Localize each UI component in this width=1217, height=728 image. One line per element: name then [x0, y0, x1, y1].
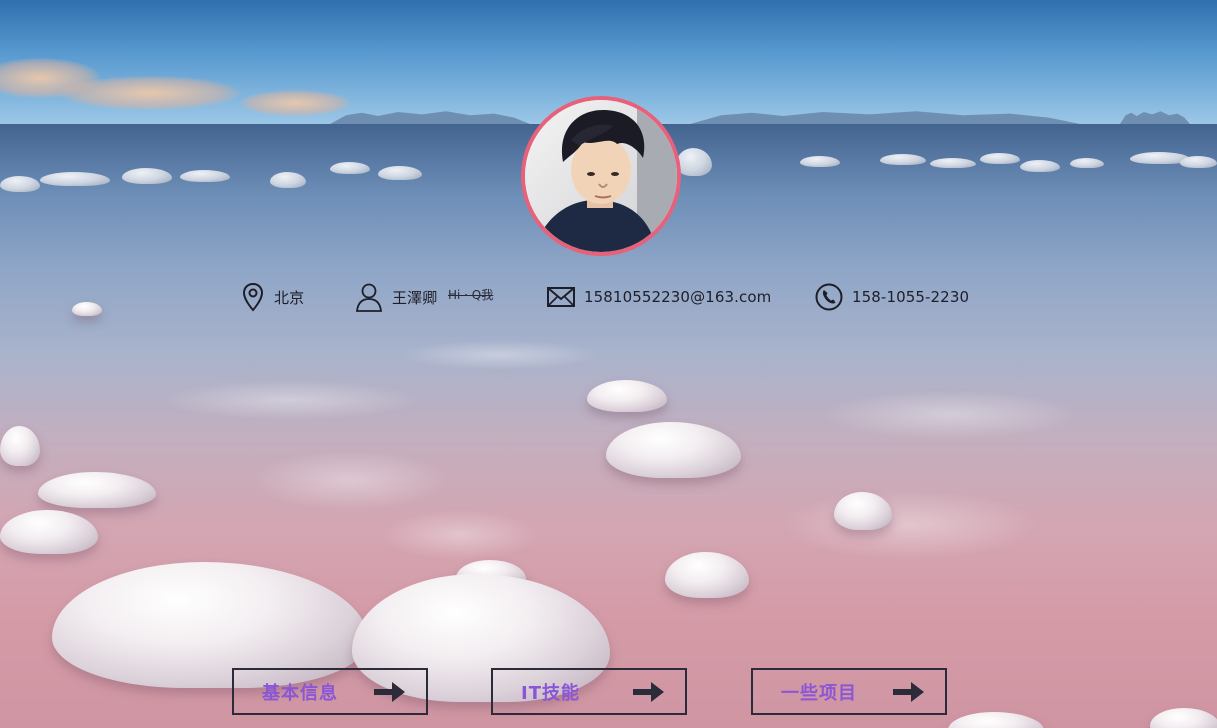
cloud [240, 90, 350, 116]
salt-rock [1180, 156, 1217, 168]
map-pin-icon [241, 282, 265, 312]
haze [820, 390, 1080, 440]
salt-rock [980, 153, 1020, 164]
phone-text[interactable]: 158-1055-2230 [852, 288, 969, 306]
cloud [60, 76, 240, 110]
haze [380, 510, 540, 560]
salt-rock [40, 172, 110, 186]
haze [400, 340, 600, 370]
salt-rock [180, 170, 230, 182]
contact-tagline[interactable]: Hi · Q我 [448, 286, 493, 303]
nav-button-label: IT技能 [521, 682, 580, 704]
arrow-right-icon [633, 681, 665, 703]
haze [250, 450, 450, 510]
salt-rock [1070, 158, 1104, 168]
nav-button-basic-info[interactable]: 基本信息 [232, 668, 428, 715]
salt-rock [930, 158, 976, 168]
avatar [521, 96, 681, 256]
nav-button-label: 一些项目 [781, 682, 857, 704]
name-info: 王澤卿 [355, 280, 437, 314]
haze [160, 380, 420, 420]
salt-rock [378, 166, 422, 180]
salt-rock [330, 162, 370, 174]
arrow-right-icon [893, 681, 925, 703]
salt-rock [880, 154, 926, 165]
salt-rock [0, 176, 40, 192]
salt-rock [1020, 160, 1060, 172]
salt-rock [800, 156, 840, 167]
salt-rock [676, 148, 712, 176]
phone-info[interactable]: 158-1055-2230 [815, 280, 969, 314]
location-info: 北京 [241, 280, 304, 314]
nav-button-it-skills[interactable]: IT技能 [491, 668, 687, 715]
contact-info-row: 北京 王澤卿 15810552230@163.com 158-1055-2230 [0, 280, 1217, 314]
salt-rock [270, 172, 306, 188]
email-info[interactable]: 15810552230@163.com [547, 280, 771, 314]
email-text[interactable]: 15810552230@163.com [584, 288, 771, 306]
nav-button-label: 基本信息 [262, 682, 338, 704]
phone-icon [815, 283, 843, 311]
location-text: 北京 [274, 288, 305, 307]
name-text: 王澤卿 [392, 288, 438, 307]
user-icon [355, 282, 383, 312]
envelope-icon [547, 287, 575, 307]
haze [780, 490, 1040, 560]
portrait-photo [525, 100, 677, 252]
nav-button-projects[interactable]: 一些项目 [751, 668, 947, 715]
arrow-right-icon [374, 681, 406, 703]
salt-rock [122, 168, 172, 184]
